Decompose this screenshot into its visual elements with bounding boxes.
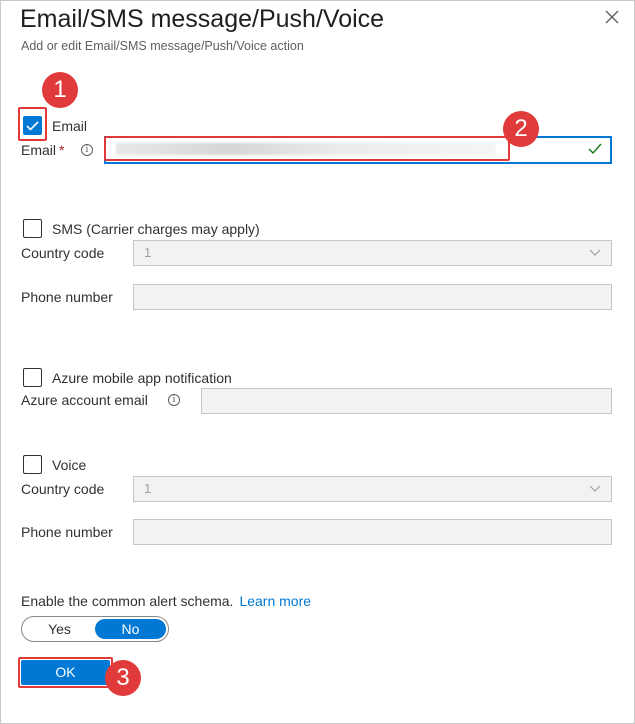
voice-country-code-label: Country code [21, 481, 105, 497]
annotation-badge-1: 1 [42, 72, 78, 108]
voice-phone-input[interactable] [133, 519, 612, 545]
sms-country-code-label: Country code [21, 245, 105, 261]
sms-checkbox[interactable] [23, 219, 42, 238]
panel-title: Email/SMS message/Push/Voice [20, 5, 385, 33]
action-panel: Email/SMS message/Push/Voice Add or edit… [0, 0, 635, 724]
annotation-badge-2: 2 [503, 111, 539, 147]
sms-country-code-select[interactable]: 1 [133, 240, 612, 266]
push-checkbox-label: Azure mobile app notification [52, 369, 232, 386]
email-field-label: Email * [21, 142, 64, 158]
annotation-box-1 [18, 107, 47, 141]
push-checkbox[interactable] [23, 368, 42, 387]
sms-phone-input[interactable] [133, 284, 612, 310]
info-icon[interactable]: i [81, 144, 93, 156]
panel-subtitle: Add or edit Email/SMS message/Push/Voice… [21, 39, 304, 53]
sms-country-code-value: 1 [144, 245, 152, 260]
schema-label: Enable the common alert schema. Learn mor… [21, 593, 311, 609]
sms-checkbox-row[interactable]: SMS (Carrier charges may apply) [23, 219, 260, 238]
info-icon[interactable]: i [168, 394, 180, 406]
schema-toggle[interactable]: Yes No [21, 616, 169, 642]
required-mark: * [59, 142, 65, 158]
annotation-box-3 [18, 657, 113, 688]
voice-country-code-select[interactable]: 1 [133, 476, 612, 502]
voice-country-code-value: 1 [144, 481, 152, 496]
annotation-box-2 [104, 136, 510, 161]
annotation-badge-3: 3 [105, 660, 141, 696]
email-checkbox-label: Email [52, 117, 88, 134]
schema-toggle-no[interactable]: No [95, 619, 166, 639]
email-label-text: Email [21, 142, 57, 158]
close-icon[interactable] [605, 10, 621, 26]
sms-checkbox-label: SMS (Carrier charges may apply) [52, 220, 260, 237]
sms-phone-label: Phone number [21, 289, 113, 305]
push-checkbox-row[interactable]: Azure mobile app notification [23, 368, 232, 387]
schema-label-text: Enable the common alert schema. [21, 593, 234, 609]
voice-checkbox[interactable] [23, 455, 42, 474]
push-account-email-input[interactable] [201, 388, 612, 414]
learn-more-link[interactable]: Learn more [239, 593, 311, 609]
voice-phone-label: Phone number [21, 524, 113, 540]
chevron-down-icon [589, 485, 601, 492]
chevron-down-icon [589, 249, 601, 256]
checkmark-icon [588, 143, 602, 155]
schema-toggle-yes[interactable]: Yes [24, 619, 95, 639]
push-account-email-label: Azure account email [21, 392, 148, 408]
voice-checkbox-row[interactable]: Voice [23, 455, 86, 474]
voice-checkbox-label: Voice [52, 456, 87, 473]
